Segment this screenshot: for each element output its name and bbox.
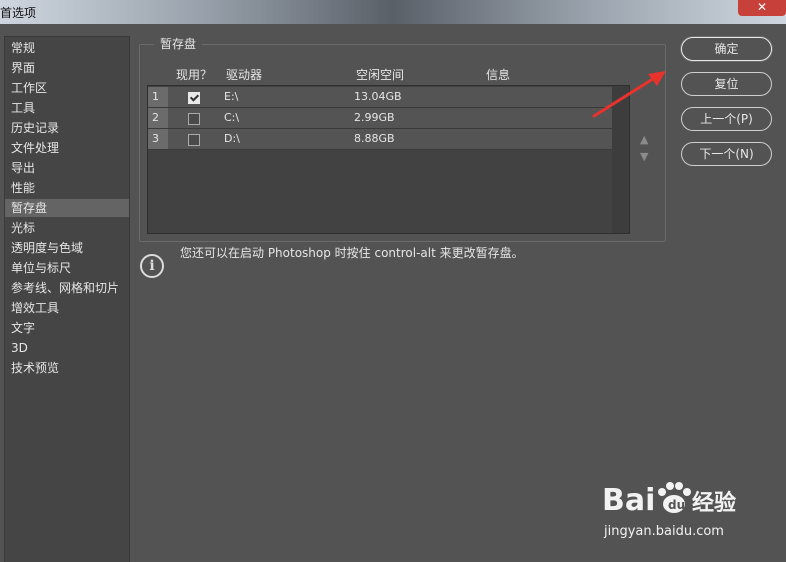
sidebar-item-tech-preview[interactable]: 技术预览 (5, 359, 129, 377)
svg-text:Bai: Bai (602, 483, 655, 518)
svg-text:du: du (668, 498, 685, 512)
sidebar-item-scratch-disks[interactable]: 暂存盘 (5, 199, 129, 217)
previous-button[interactable]: 上一个(P) (681, 107, 772, 131)
sidebar-item-units[interactable]: 单位与标尺 (5, 259, 129, 277)
free-space-cell: 13.04GB (354, 90, 402, 103)
scratch-disk-table: 1 E:\ 13.04GB 2 C:\ 2.99GB 3 D:\ 8.88GB (147, 85, 630, 234)
drive-cell: D:\ (224, 132, 240, 145)
group-title: 暂存盘 (154, 35, 203, 52)
sidebar-item-cursors[interactable]: 光标 (5, 219, 129, 237)
sidebar-item-general[interactable]: 常规 (5, 39, 129, 57)
sidebar-item-interface[interactable]: 界面 (5, 59, 129, 77)
sidebar-item-tools[interactable]: 工具 (5, 99, 129, 117)
sidebar-item-transparency[interactable]: 透明度与色域 (5, 239, 129, 257)
active-checkbox[interactable] (188, 113, 200, 125)
baidu-jingyan-watermark: Bai du 经验 (602, 482, 736, 518)
title-bar: 首选项 ✕ (0, 0, 786, 24)
free-space-cell: 8.88GB (354, 132, 395, 145)
table-row[interactable]: 3 D:\ 8.88GB (148, 129, 612, 150)
row-number: 1 (148, 87, 168, 107)
table-row[interactable]: 2 C:\ 2.99GB (148, 108, 612, 129)
sidebar-item-workspace[interactable]: 工作区 (5, 79, 129, 97)
window-title: 首选项 (0, 6, 37, 20)
close-button[interactable]: ✕ (738, 0, 786, 16)
drive-cell: E:\ (224, 90, 239, 103)
active-checkbox[interactable] (188, 134, 200, 146)
active-checkbox[interactable] (188, 92, 200, 104)
preferences-sidebar: 常规 界面 工作区 工具 历史记录 文件处理 导出 性能 暂存盘 光标 透明度与… (4, 36, 130, 562)
column-header-info: 信息 (486, 68, 511, 82)
sidebar-item-file-handling[interactable]: 文件处理 (5, 139, 129, 157)
sidebar-item-performance[interactable]: 性能 (5, 179, 129, 197)
free-space-cell: 2.99GB (354, 111, 395, 124)
move-down-arrow-icon[interactable]: ▼ (640, 150, 648, 163)
ok-button[interactable]: 确定 (681, 37, 772, 61)
sidebar-item-type[interactable]: 文字 (5, 319, 129, 337)
column-header-active: 现用？ (176, 68, 213, 82)
row-number: 3 (148, 129, 168, 149)
sidebar-item-export[interactable]: 导出 (5, 159, 129, 177)
watermark-url: jingyan.baidu.com (604, 524, 724, 539)
svg-text:经验: 经验 (692, 490, 736, 516)
column-header-free-space: 空闲空间 (356, 68, 405, 82)
info-icon: i (140, 254, 164, 278)
move-up-arrow-icon[interactable]: ▲ (640, 133, 648, 146)
annotation-arrow-icon (592, 71, 666, 118)
sidebar-item-history[interactable]: 历史记录 (5, 119, 129, 137)
next-button[interactable]: 下一个(N) (681, 142, 772, 166)
sidebar-item-plugins[interactable]: 增效工具 (5, 299, 129, 317)
close-icon: ✕ (756, 0, 768, 14)
column-header-drive: 驱动器 (226, 68, 263, 82)
row-number: 2 (148, 108, 168, 128)
info-text: 您还可以在启动 Photoshop 时按住 control-alt 来更改暂存盘… (180, 246, 524, 260)
sidebar-item-3d[interactable]: 3D (5, 339, 129, 357)
table-row[interactable]: 1 E:\ 13.04GB (148, 87, 612, 108)
reset-button[interactable]: 复位 (681, 72, 772, 96)
drive-cell: C:\ (224, 111, 240, 124)
sidebar-item-guides[interactable]: 参考线、网格和切片 (5, 279, 129, 297)
